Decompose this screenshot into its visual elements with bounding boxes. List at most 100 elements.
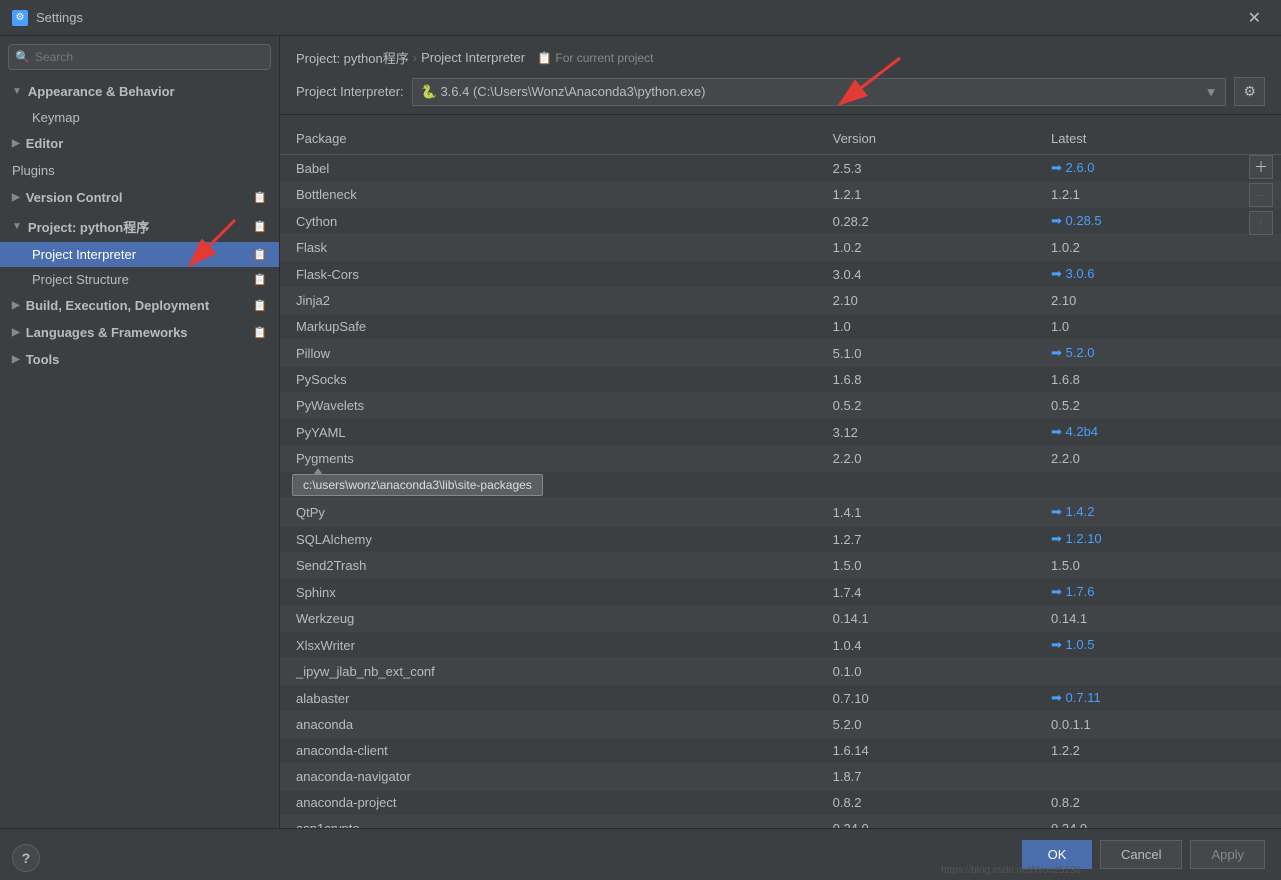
package-name: Werkzeug	[280, 606, 821, 632]
expand-arrow-icon: ▼	[12, 86, 22, 97]
package-latest: 1.5.0	[1039, 553, 1281, 579]
table-row[interactable]: alabaster0.7.10➡ 0.7.11	[280, 685, 1281, 712]
package-version: 0.5.2	[821, 393, 1039, 419]
table-row[interactable]: anaconda5.2.00.0.1.1	[280, 712, 1281, 738]
package-latest: ➡ 0.7.11	[1039, 685, 1281, 712]
table-row[interactable]: PyYAML3.12➡ 4.2b4	[280, 419, 1281, 446]
package-latest: ➡ 1.7.6	[1039, 579, 1281, 606]
table-row[interactable]: anaconda-navigator1.8.7	[280, 764, 1281, 790]
package-name: PyYAML	[280, 419, 821, 446]
package-name: alabaster	[280, 685, 821, 712]
package-name: QtPy	[280, 499, 821, 526]
breadcrumb: Project: python程序 › Project Interpreter …	[296, 48, 1265, 67]
table-wrapper[interactable]: Package Version Latest Babel2.5.3➡ 2.6.0…	[280, 123, 1281, 828]
table-row[interactable]: Babel2.5.3➡ 2.6.0	[280, 155, 1281, 182]
package-version: 3.12	[821, 419, 1039, 446]
help-button[interactable]: ?	[12, 844, 40, 872]
col-version[interactable]: Version	[821, 123, 1039, 155]
table-row[interactable]: Bottleneck1.2.11.2.1	[280, 182, 1281, 208]
copy-icon-structure: 📋	[253, 273, 267, 286]
search-box[interactable]: 🔍	[8, 44, 271, 70]
package-name: Sphinx	[280, 579, 821, 606]
table-row[interactable]: Jinja22.102.10	[280, 288, 1281, 314]
table-row[interactable]: asn1crypto0.24.00.24.0	[280, 816, 1281, 829]
package-latest: ➡ 3.0.6	[1039, 261, 1281, 288]
table-row[interactable]: Werkzeug0.14.10.14.1	[280, 606, 1281, 632]
apply-button[interactable]: Apply	[1190, 840, 1265, 869]
package-version: 0.14.1	[821, 606, 1039, 632]
upgrade-package-button[interactable]: ↑	[1249, 211, 1273, 235]
window-title: Settings	[36, 10, 83, 25]
table-row[interactable]: PySocks1.6.81.6.8	[280, 367, 1281, 393]
sidebar-item-project-interpreter[interactable]: Project Interpreter 📋	[0, 242, 279, 267]
close-button[interactable]: ✕	[1240, 4, 1269, 32]
sidebar-item-appearance[interactable]: ▼ Appearance & Behavior	[0, 78, 279, 105]
package-version: 0.28.2	[821, 208, 1039, 235]
search-input[interactable]	[8, 44, 271, 70]
add-package-button[interactable]: ＋	[1249, 155, 1273, 179]
package-name: Jinja2	[280, 288, 821, 314]
package-latest: 1.6.8	[1039, 367, 1281, 393]
package-latest: ➡ 5.2.0	[1039, 340, 1281, 367]
package-latest: ➡ 1.4.2	[1039, 499, 1281, 526]
table-row[interactable]: anaconda-client1.6.141.2.2	[280, 738, 1281, 764]
table-row[interactable]: Pillow5.1.0➡ 5.2.0	[280, 340, 1281, 367]
package-version: 0.24.0	[821, 816, 1039, 829]
interpreter-select[interactable]: 🐍 3.6.4 (C:\Users\Wonz\Anaconda3\python.…	[412, 78, 1227, 106]
packages-table: Package Version Latest Babel2.5.3➡ 2.6.0…	[280, 123, 1281, 828]
package-name: Send2Trash	[280, 553, 821, 579]
table-row[interactable]: _ipyw_jlab_nb_ext_conf0.1.0	[280, 659, 1281, 685]
sidebar-item-languages[interactable]: ▶ Languages & Frameworks 📋	[0, 319, 279, 346]
package-version: 1.7.4	[821, 579, 1039, 606]
expand-arrow-icon-build: ▶	[12, 300, 20, 311]
package-latest: 1.2.2	[1039, 738, 1281, 764]
interpreter-settings-button[interactable]: ⚙	[1234, 77, 1265, 106]
sidebar-item-version-control[interactable]: ▶ Version Control 📋	[0, 184, 279, 211]
interpreter-select-wrapper[interactable]: 🐍 3.6.4 (C:\Users\Wonz\Anaconda3\python.…	[412, 78, 1227, 106]
search-icon: 🔍	[15, 50, 30, 64]
tooltip-row: c:\users\wonz\anaconda3\lib\site-package…	[280, 472, 1281, 499]
tooltip-bubble: c:\users\wonz\anaconda3\lib\site-package…	[292, 474, 543, 496]
package-latest: ➡ 4.2b4	[1039, 419, 1281, 446]
sidebar-item-build[interactable]: ▶ Build, Execution, Deployment 📋	[0, 292, 279, 319]
table-row[interactable]: Send2Trash1.5.01.5.0	[280, 553, 1281, 579]
sidebar-label-editor: Editor	[26, 136, 64, 151]
package-name: anaconda-client	[280, 738, 821, 764]
table-row[interactable]: QtPy1.4.1➡ 1.4.2	[280, 499, 1281, 526]
sidebar-label-keymap: Keymap	[32, 110, 80, 125]
package-name: Babel	[280, 155, 821, 182]
table-row[interactable]: Cython0.28.2➡ 0.28.5	[280, 208, 1281, 235]
sidebar-item-project[interactable]: ▼ Project: python程序 📋	[0, 211, 279, 242]
dropdown-arrow-icon: ▼	[1205, 84, 1218, 99]
package-name: Pillow	[280, 340, 821, 367]
table-row[interactable]: anaconda-project0.8.20.8.2	[280, 790, 1281, 816]
package-name: Flask	[280, 235, 821, 261]
sidebar-item-project-structure[interactable]: Project Structure 📋	[0, 267, 279, 292]
table-row[interactable]: Flask-Cors3.0.4➡ 3.0.6	[280, 261, 1281, 288]
sidebar-item-plugins[interactable]: Plugins	[0, 157, 279, 184]
remove-package-button[interactable]: −	[1249, 183, 1273, 207]
package-version: 1.5.0	[821, 553, 1039, 579]
table-row[interactable]: XlsxWriter1.0.4➡ 1.0.5	[280, 632, 1281, 659]
package-version: 1.8.7	[821, 764, 1039, 790]
table-row[interactable]: PyWavelets0.5.20.5.2	[280, 393, 1281, 419]
package-latest: 2.10	[1039, 288, 1281, 314]
table-row[interactable]: MarkupSafe1.01.0	[280, 314, 1281, 340]
col-package[interactable]: Package	[280, 123, 821, 155]
package-version: 1.0	[821, 314, 1039, 340]
copy-icon-vc: 📋	[253, 191, 267, 204]
package-latest: ➡ 2.6.0	[1039, 155, 1281, 182]
package-name: anaconda-project	[280, 790, 821, 816]
sidebar-item-tools[interactable]: ▶ Tools	[0, 346, 279, 373]
sidebar-item-editor[interactable]: ▶ Editor	[0, 130, 279, 157]
cancel-button[interactable]: Cancel	[1100, 840, 1182, 869]
table-row[interactable]: Flask1.0.21.0.2	[280, 235, 1281, 261]
table-row[interactable]: Sphinx1.7.4➡ 1.7.6	[280, 579, 1281, 606]
package-version: 5.2.0	[821, 712, 1039, 738]
table-row[interactable]: Pygments2.2.02.2.0	[280, 446, 1281, 472]
col-latest[interactable]: Latest	[1039, 123, 1281, 155]
sidebar-item-keymap[interactable]: Keymap	[0, 105, 279, 130]
copy-icon-interpreter: 📋	[253, 248, 267, 261]
sidebar-label-tools: Tools	[26, 352, 60, 367]
table-row[interactable]: SQLAlchemy1.2.7➡ 1.2.10	[280, 526, 1281, 553]
